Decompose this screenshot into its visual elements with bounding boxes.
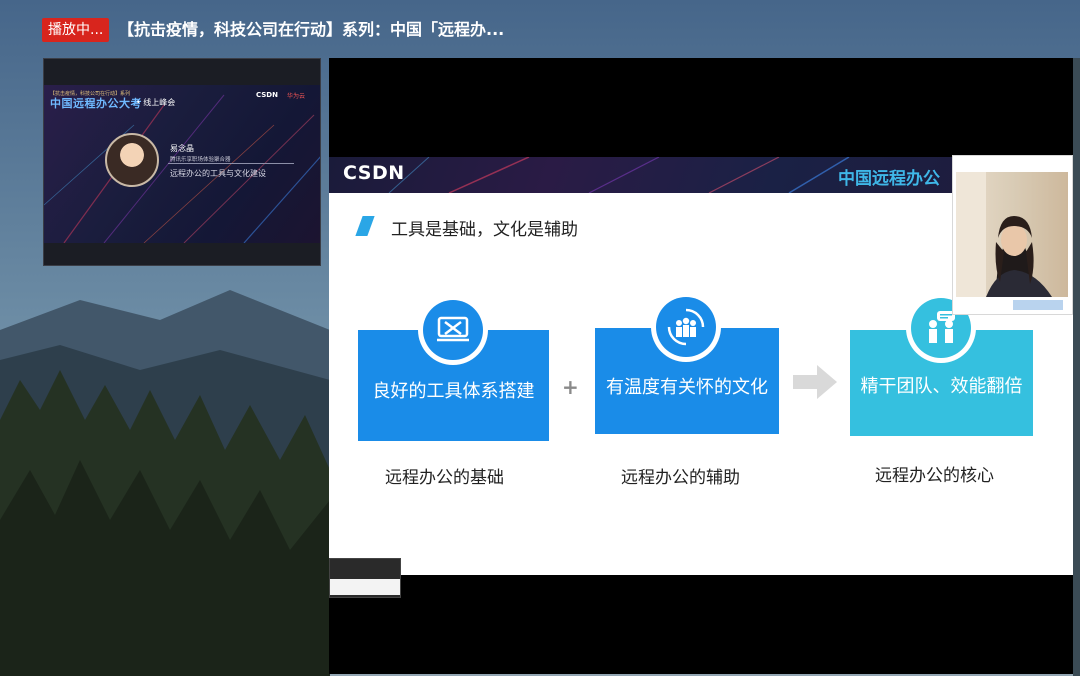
thumbnail-huawei-logo: 华为云 (287, 93, 306, 100)
speaker-avatar (105, 133, 159, 187)
talk-title: 远程办公的工具与文化建设 (170, 169, 266, 178)
speaker-name: 易念晶 (170, 144, 194, 153)
thumbnail-headline: 中国远程办公大考 (50, 97, 142, 110)
right-arrow-icon (793, 365, 837, 399)
card-culture-label: 有温度有关怀的文化 (606, 377, 768, 398)
thumbnail-csdn-logo: CSDN (256, 91, 278, 99)
speaker-role: 腾讯乐享职场体验聚合器 (170, 157, 231, 163)
live-status-badge: 播放中... (42, 18, 110, 42)
top-bar: 播放中... 【抗击疫情，科技公司在行动】系列：中国「远程办... (0, 0, 1080, 58)
presenter-video-feed (956, 172, 1068, 297)
slide-heading: 工具是基础，文化是辅助 (391, 220, 578, 240)
mini-self-preview[interactable] (329, 558, 401, 598)
card-tools-label: 良好的工具体系搭建 (372, 380, 535, 402)
card-team-label: 精干团队、效能翻倍 (860, 376, 1023, 397)
main-video-player[interactable]: CSDN 中国远程办公 工具是基础，文化是辅助 良好的工具体系搭建 远程办公的基… (329, 58, 1073, 674)
caption-core: 远程办公的核心 (875, 466, 994, 486)
webcam-name-tag (1013, 300, 1063, 310)
thumbnail-slide: 【抗击疫情，科技公司在行动】系列 中国远程办公大考 • 线上峰会 CSDN 华为… (44, 85, 320, 243)
caption-foundation: 远程办公的基础 (385, 468, 504, 488)
tools-icon (418, 295, 488, 365)
mini-preview-slide (330, 579, 400, 595)
slide-banner-title: 中国远程办公 (838, 169, 940, 189)
plus-sign: + (562, 375, 579, 399)
thumbnail-headline-sub: • 线上峰会 (136, 98, 176, 107)
heading-accent-bar (355, 216, 375, 236)
people-cycle-icon (651, 292, 721, 362)
stream-title: 【抗击疫情，科技公司在行动】系列：中国「远程办... (118, 20, 505, 39)
speaker-thumbnail-panel[interactable]: 【抗击疫情，科技公司在行动】系列 中国远程办公大考 • 线上峰会 CSDN 华为… (43, 58, 321, 266)
caption-support: 远程办公的辅助 (621, 468, 740, 488)
presenter-webcam[interactable] (952, 155, 1073, 315)
csdn-logo: CSDN (343, 162, 405, 184)
thumbnail-divider (168, 163, 294, 164)
